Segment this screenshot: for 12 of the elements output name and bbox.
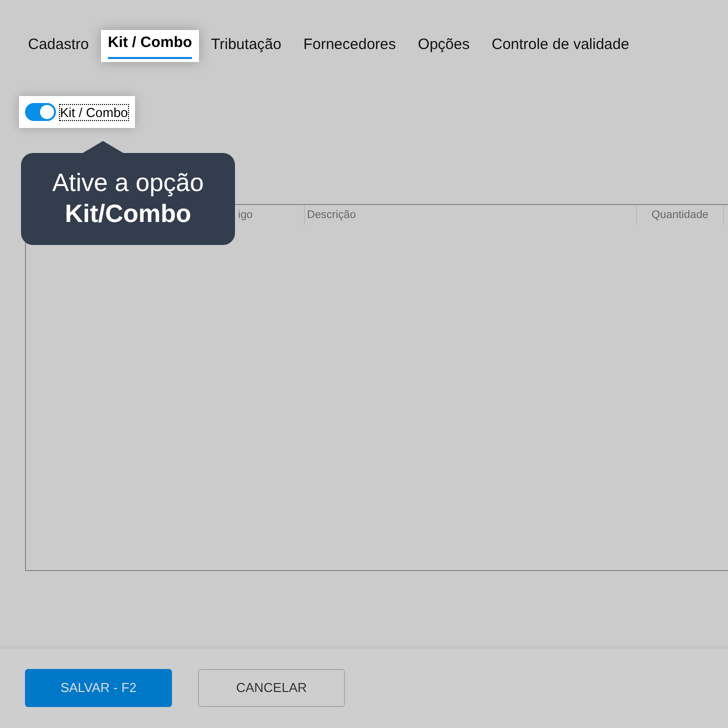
tab[interactable]: Tributação xyxy=(204,30,288,62)
tab[interactable]: Opções xyxy=(410,30,477,62)
toggle-label: Kit / Combo xyxy=(59,104,129,120)
tooltip-text: Ative a opção xyxy=(52,168,204,199)
column-header: Descrição xyxy=(305,205,637,225)
tab[interactable]: Cadastro xyxy=(21,30,96,62)
toggle-switch[interactable] xyxy=(25,103,56,121)
tab[interactable]: Controle de validade xyxy=(484,30,636,62)
cancel-button[interactable]: CANCELAR xyxy=(198,669,345,707)
column-header: Quantidade xyxy=(637,205,724,225)
tab[interactable]: Kit / Combo xyxy=(100,30,200,62)
tab[interactable]: Fornecedores xyxy=(296,30,403,62)
